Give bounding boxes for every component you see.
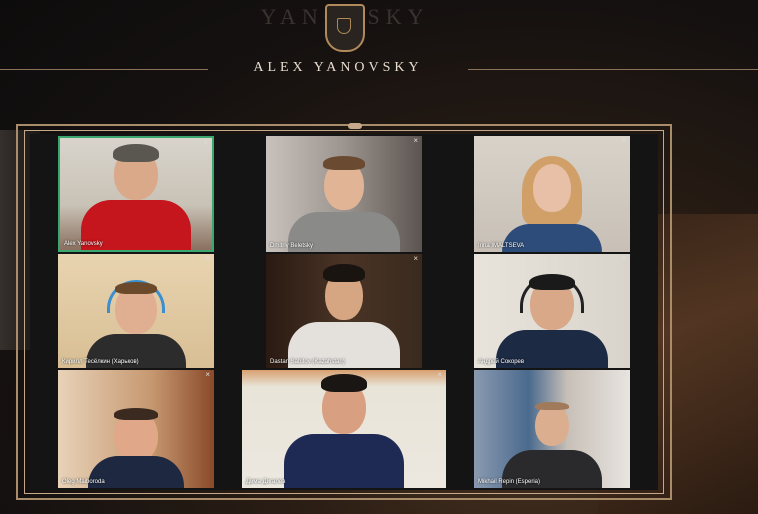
participant-hair [535,402,569,410]
participant-hair [323,264,365,282]
video-call-screen: × Alex Yanovsky × Dmitriy Beletsky × Iri… [30,134,658,490]
participant-face [533,164,571,212]
participant-name: Mikhail Repin (Esperia) [478,479,541,485]
participant-hair [321,374,367,392]
participant-name: Oleg Maiboroda [62,479,105,485]
participant-shirt [284,434,404,488]
video-tile[interactable]: × Irina IMALTSEVA [474,136,630,252]
participant-name: Кирилл Тесёлкин (Харьков) [62,359,139,365]
divider-right [468,69,758,70]
participant-name: Dastan Sabitov (Kazahstan) [270,359,345,365]
close-icon[interactable]: × [621,371,626,379]
participant-hair [115,282,157,294]
participant-name: Dmitriy Beletsky [270,243,314,249]
close-icon[interactable]: × [203,139,208,147]
crest-logo-icon [325,4,365,52]
close-icon[interactable]: × [621,255,626,263]
participant-hair [114,408,158,420]
participant-name: Alex Yanovsky [64,241,103,247]
frame-ornament [348,123,362,129]
participant-name: Андрей Сокорев [478,359,525,365]
close-icon[interactable]: × [621,137,626,145]
participant-name: Дима Дигалев [246,479,286,485]
divider-left [0,69,208,70]
video-tile[interactable]: × Dastan Sabitov (Kazahstan) [266,254,422,368]
close-icon[interactable]: × [205,371,210,379]
video-tile[interactable]: × Кирилл Тесёлкин (Харьков) [58,254,214,368]
video-tile[interactable]: × Дима Дигалев [242,370,446,488]
participant-hair [323,156,365,170]
close-icon[interactable]: × [413,137,418,145]
participant-name: Irina IMALTSEVA [478,243,525,249]
participant-hair [113,144,159,162]
brand-title: ALEX YANOVSKY [253,60,423,75]
video-tile[interactable]: × Dmitriy Beletsky [266,136,422,252]
video-tile[interactable]: × Андрей Сокорев [474,254,630,368]
close-icon[interactable]: × [413,255,418,263]
participant-face [535,404,569,446]
video-tile[interactable]: × Alex Yanovsky [58,136,214,252]
close-icon[interactable]: × [437,371,442,379]
participant-hair [529,274,575,290]
video-tile[interactable]: × Oleg Maiboroda [58,370,214,488]
video-tile[interactable]: × Mikhail Repin (Esperia) [474,370,630,488]
close-icon[interactable]: × [205,255,210,263]
